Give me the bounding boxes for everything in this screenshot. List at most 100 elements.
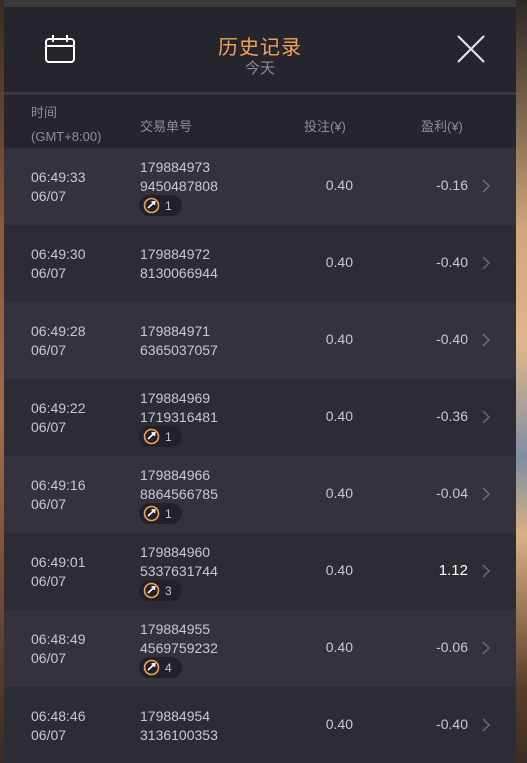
history-panel: 历史记录 今天 时间 (GMT+8:00) 交易单号 投注(¥) 盈利(¥) 0…: [4, 7, 516, 763]
row-time-value: 06:49:33: [31, 169, 86, 185]
column-header-timezone: (GMT+8:00): [31, 129, 102, 144]
free-spin-count: 4: [165, 660, 172, 675]
history-row[interactable]: 06:49:22 06/07 179884969 1719316481 1 0.40 -0.…: [4, 379, 516, 456]
row-transaction-id: 179884954 3136100353: [140, 707, 218, 745]
row-time: 06:49:22 06/07: [31, 399, 86, 437]
chevron-right-icon[interactable]: [481, 717, 491, 733]
history-row[interactable]: 06:49:16 06/07 179884966 8864566785 1 0.40 -0.…: [4, 456, 516, 533]
column-header-bet: 投注(¥): [304, 119, 346, 134]
column-header-row: 时间 (GMT+8:00) 交易单号 投注(¥) 盈利(¥): [4, 95, 516, 147]
row-transaction-id-line1: 179884969: [140, 390, 211, 406]
row-transaction-id-line1: 179884960: [140, 544, 211, 560]
row-time-value: 06:49:16: [31, 477, 86, 493]
row-transaction-id: 179884971 6365037057: [140, 322, 218, 360]
row-time: 06:49:30 06/07: [31, 245, 86, 283]
row-date-value: 06/07: [31, 727, 67, 743]
free-spin-count: 1: [165, 198, 172, 213]
chevron-right-icon[interactable]: [481, 178, 491, 194]
row-date-value: 06/07: [31, 650, 67, 666]
row-time: 06:49:28 06/07: [31, 322, 86, 360]
close-icon[interactable]: [456, 34, 486, 64]
free-spin-badge: 1: [139, 195, 182, 216]
row-profit: -0.16: [436, 177, 468, 193]
row-transaction-id: 179884973 9450487808: [140, 158, 218, 196]
row-time: 06:49:16 06/07: [31, 476, 86, 514]
column-header-time: 时间 (GMT+8:00): [31, 101, 101, 149]
row-profit: -0.36: [436, 408, 468, 424]
row-transaction-id: 179884972 8130066944: [140, 245, 218, 283]
row-bet: 0.40: [325, 254, 353, 270]
row-profit: -0.40: [436, 716, 468, 732]
row-date-value: 06/07: [31, 188, 67, 204]
row-bet: 0.40: [325, 331, 353, 347]
row-profit: -0.40: [436, 254, 468, 270]
row-transaction-id: 179884966 8864566785: [140, 466, 218, 504]
row-transaction-id-line2: 5337631744: [140, 563, 218, 579]
row-time-value: 06:49:01: [31, 554, 86, 570]
history-row[interactable]: 06:49:28 06/07 179884971 6365037057 0.40 -0.4…: [4, 302, 516, 379]
row-bet: 0.40: [325, 408, 353, 424]
row-transaction-id-line2: 3136100353: [140, 727, 218, 743]
row-bet: 0.40: [325, 639, 353, 655]
row-transaction-id-line2: 8864566785: [140, 486, 218, 502]
row-bet: 0.40: [325, 485, 353, 501]
spin-icon: [143, 505, 160, 522]
spin-icon: [143, 582, 160, 599]
row-transaction-id-line1: 179884966: [140, 467, 211, 483]
history-row[interactable]: 06:49:30 06/07 179884972 8130066944 0.40 -0.4…: [4, 225, 516, 302]
row-date-value: 06/07: [31, 342, 67, 358]
row-date-value: 06/07: [31, 496, 67, 512]
row-time: 06:48:49 06/07: [31, 630, 86, 668]
chevron-right-icon[interactable]: [481, 409, 491, 425]
row-bet: 0.40: [325, 177, 353, 193]
spin-icon: [143, 428, 160, 445]
history-row[interactable]: 06:49:33 06/07 179884973 9450487808 1 0.40 -0.…: [4, 148, 516, 225]
chevron-right-icon[interactable]: [481, 332, 491, 348]
top-strip: [0, 0, 527, 7]
row-transaction-id-line2: 9450487808: [140, 178, 218, 194]
history-row[interactable]: 06:48:49 06/07 179884955 4569759232 4 0.40 -0.…: [4, 610, 516, 687]
row-date-value: 06/07: [31, 265, 67, 281]
row-date-value: 06/07: [31, 419, 67, 435]
free-spin-badge: 3: [139, 580, 182, 601]
free-spin-count: 1: [165, 506, 172, 521]
spin-icon: [143, 659, 160, 676]
row-transaction-id-line1: 179884972: [140, 246, 211, 262]
row-profit: -0.04: [436, 485, 468, 501]
row-bet: 0.40: [325, 716, 353, 732]
row-transaction-id-line2: 4569759232: [140, 640, 218, 656]
row-time-value: 06:49:22: [31, 400, 86, 416]
chevron-right-icon[interactable]: [481, 255, 491, 271]
background-right-edge: [516, 0, 527, 763]
row-transaction-id: 179884960 5337631744: [140, 543, 218, 581]
free-spin-badge: 4: [139, 657, 182, 678]
row-transaction-id-line1: 179884955: [140, 621, 211, 637]
row-profit: -0.40: [436, 331, 468, 347]
column-header-id: 交易单号: [140, 119, 193, 134]
row-time-value: 06:48:49: [31, 631, 86, 647]
chevron-right-icon[interactable]: [481, 486, 491, 502]
history-row[interactable]: 06:48:46 06/07 179884954 3136100353 0.40 -0.4…: [4, 687, 516, 763]
free-spin-count: 1: [165, 429, 172, 444]
panel-header: 历史记录 今天: [4, 7, 516, 92]
row-profit: -0.06: [436, 639, 468, 655]
row-time-value: 06:49:28: [31, 323, 86, 339]
row-transaction-id-line2: 8130066944: [140, 265, 218, 281]
row-time-value: 06:48:46: [31, 708, 86, 724]
chevron-right-icon[interactable]: [481, 640, 491, 656]
row-time-value: 06:49:30: [31, 246, 86, 262]
row-bet: 0.40: [325, 562, 353, 578]
row-transaction-id-line2: 6365037057: [140, 342, 218, 358]
history-row[interactable]: 06:49:01 06/07 179884960 5337631744 3 0.40 1.1…: [4, 533, 516, 610]
row-profit: 1.12: [438, 562, 468, 579]
row-transaction-id-line2: 1719316481: [140, 409, 218, 425]
history-list: 06:49:33 06/07 179884973 9450487808 1 0.40 -0.…: [4, 148, 516, 763]
spin-icon: [143, 197, 160, 214]
page-subtitle: 今天: [244, 60, 275, 77]
free-spin-badge: 1: [139, 426, 182, 447]
chevron-right-icon[interactable]: [481, 563, 491, 579]
row-transaction-id: 179884969 1719316481: [140, 389, 218, 427]
page-title: 历史记录: [218, 37, 302, 59]
free-spin-count: 3: [165, 583, 172, 598]
row-time: 06:48:46 06/07: [31, 707, 86, 745]
